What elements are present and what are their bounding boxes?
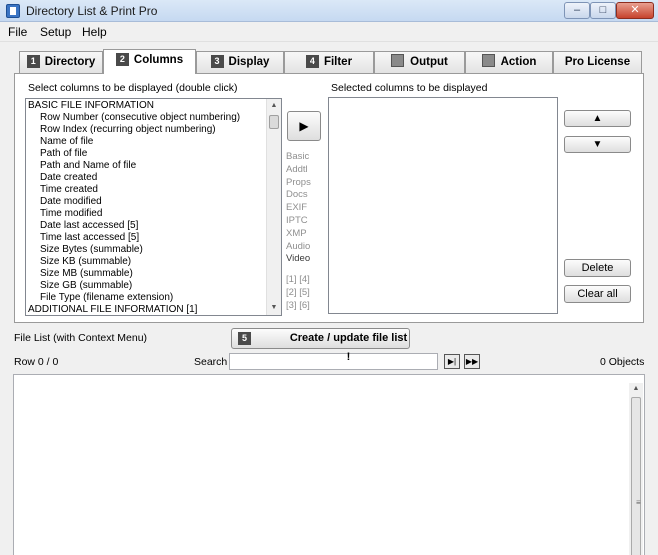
list-item[interactable]: Time created <box>40 184 98 196</box>
footnote: [1] [4] <box>286 274 310 285</box>
step-number: 5 <box>238 332 251 345</box>
available-columns-list[interactable]: BASIC FILE INFORMATION Row Number (consec… <box>25 98 282 316</box>
tab-number: 2 <box>115 53 129 66</box>
tab-filter[interactable]: 4 Filter <box>284 51 374 73</box>
file-list-scrollbar[interactable]: ▲ ≡ <box>629 383 643 555</box>
window-title: Directory List & Print Pro <box>26 4 158 18</box>
scroll-up-icon[interactable]: ▲ <box>629 385 643 392</box>
tab-display[interactable]: 3 Display <box>196 51 284 73</box>
add-column-button[interactable]: ▶ <box>287 111 321 141</box>
tab-number: 3 <box>210 55 224 68</box>
create-file-list-button[interactable]: 5 Create / update file list ! <box>231 328 410 363</box>
list-item[interactable]: Date created <box>40 172 97 184</box>
file-list-area[interactable]: ▲ ≡ <box>13 374 645 555</box>
clear-all-button[interactable]: Clear all <box>564 285 631 303</box>
maximize-button[interactable]: □ <box>590 2 616 19</box>
column-group-label[interactable]: XMP <box>286 228 311 241</box>
list-group-header[interactable]: ADDITIONAL FILE INFORMATION [1] <box>28 304 197 315</box>
tab-label: Directory <box>44 56 96 68</box>
tab-label: Output <box>410 56 448 68</box>
list-item[interactable]: Time modified <box>40 208 102 220</box>
menu-help[interactable]: Help <box>82 25 107 39</box>
menu-bar: File Setup Help <box>0 22 658 42</box>
list-item[interactable]: Date last accessed [5] <box>40 220 138 232</box>
scroll-thumb[interactable] <box>269 115 279 129</box>
tab-number: 1 <box>26 55 40 68</box>
list-item[interactable]: Size KB (summable) <box>40 256 131 268</box>
tab-action[interactable]: Action <box>465 51 553 73</box>
move-up-button[interactable]: ▲ <box>564 110 631 127</box>
menu-setup[interactable]: Setup <box>40 25 71 39</box>
list-item[interactable]: Size Bytes (summable) <box>40 244 143 256</box>
app-icon <box>6 4 20 18</box>
column-group-label[interactable]: Docs <box>286 189 311 202</box>
list-item[interactable]: File Type (filename extension) <box>40 292 173 304</box>
column-group-label[interactable]: Basic <box>286 151 311 164</box>
column-group-label[interactable]: Props <box>286 177 311 190</box>
list-item[interactable]: Size MB (summable) <box>40 268 133 280</box>
tab-directory[interactable]: 1 Directory <box>19 51 103 73</box>
available-columns-label: Select columns to be displayed (double c… <box>28 82 238 94</box>
list-item[interactable]: Row Number (consecutive object numbering… <box>40 112 240 124</box>
column-group-label[interactable]: Addtl <box>286 164 311 177</box>
column-group-label[interactable]: EXIF <box>286 202 311 215</box>
list-group-header[interactable]: BASIC FILE INFORMATION <box>28 100 154 112</box>
list-item[interactable]: Size GB (summable) <box>40 280 132 292</box>
tab-label: Columns <box>133 54 184 66</box>
objects-count: 0 Objects <box>600 356 645 368</box>
menu-file[interactable]: File <box>8 25 27 39</box>
search-label: Search <box>194 356 228 368</box>
footnote-list: [1] [4] [2] [5] [3] [6] <box>286 273 310 312</box>
scroll-down-icon[interactable]: ▼ <box>267 302 281 314</box>
selected-columns-list[interactable] <box>328 97 558 314</box>
list-item[interactable]: Time last accessed [5] <box>40 232 139 244</box>
list-item[interactable]: Date modified <box>40 196 102 208</box>
column-group-label[interactable]: Audio <box>286 241 311 254</box>
footnote: [3] [6] <box>286 300 310 311</box>
list-item[interactable]: Path of file <box>40 148 87 160</box>
file-list-label: File List (with Context Menu) <box>14 332 148 344</box>
title-bar: Directory List & Print Pro – □ ✕ <box>0 0 658 22</box>
fast-forward-button[interactable]: ▶▶ <box>464 354 480 369</box>
tab-label: Pro License <box>564 56 631 68</box>
delete-button[interactable]: Delete <box>564 259 631 277</box>
tab-output[interactable]: Output <box>374 51 465 73</box>
grip-icon: ≡ <box>636 498 641 507</box>
list-item[interactable]: Name of file <box>40 136 93 148</box>
list-item[interactable]: Row Index (recurring object numbering) <box>40 124 216 136</box>
create-button-label: Create / update file list ! <box>289 332 408 363</box>
column-group-list: Basic Addtl Props Docs EXIF IPTC XMP Audio Video <box>286 151 311 266</box>
footnote: [2] [5] <box>286 287 310 298</box>
tab-label: Action <box>500 56 537 68</box>
document-icon <box>391 54 405 67</box>
tab-number: 4 <box>305 55 319 68</box>
next-result-button[interactable]: ▶| <box>444 354 460 369</box>
column-group-label[interactable]: IPTC <box>286 215 311 228</box>
row-counter: Row 0 / 0 <box>14 356 59 368</box>
tab-pro-license[interactable]: Pro License <box>553 51 642 73</box>
tab-columns[interactable]: 2 Columns <box>103 49 196 74</box>
close-button[interactable]: ✕ <box>616 2 654 19</box>
minimize-button[interactable]: – <box>564 2 590 19</box>
tab-label: Display <box>228 56 270 68</box>
column-group-label[interactable]: Video <box>286 253 311 266</box>
list-scrollbar[interactable]: ▲ ▼ <box>266 99 281 315</box>
gear-icon <box>481 54 495 67</box>
list-item[interactable]: Path and Name of file <box>40 160 136 172</box>
tab-label: Filter <box>323 56 353 68</box>
scroll-up-icon[interactable]: ▲ <box>267 100 281 112</box>
selected-columns-label: Selected columns to be displayed <box>331 82 488 94</box>
move-down-button[interactable]: ▼ <box>564 136 631 153</box>
scroll-thumb[interactable]: ≡ <box>631 397 641 555</box>
